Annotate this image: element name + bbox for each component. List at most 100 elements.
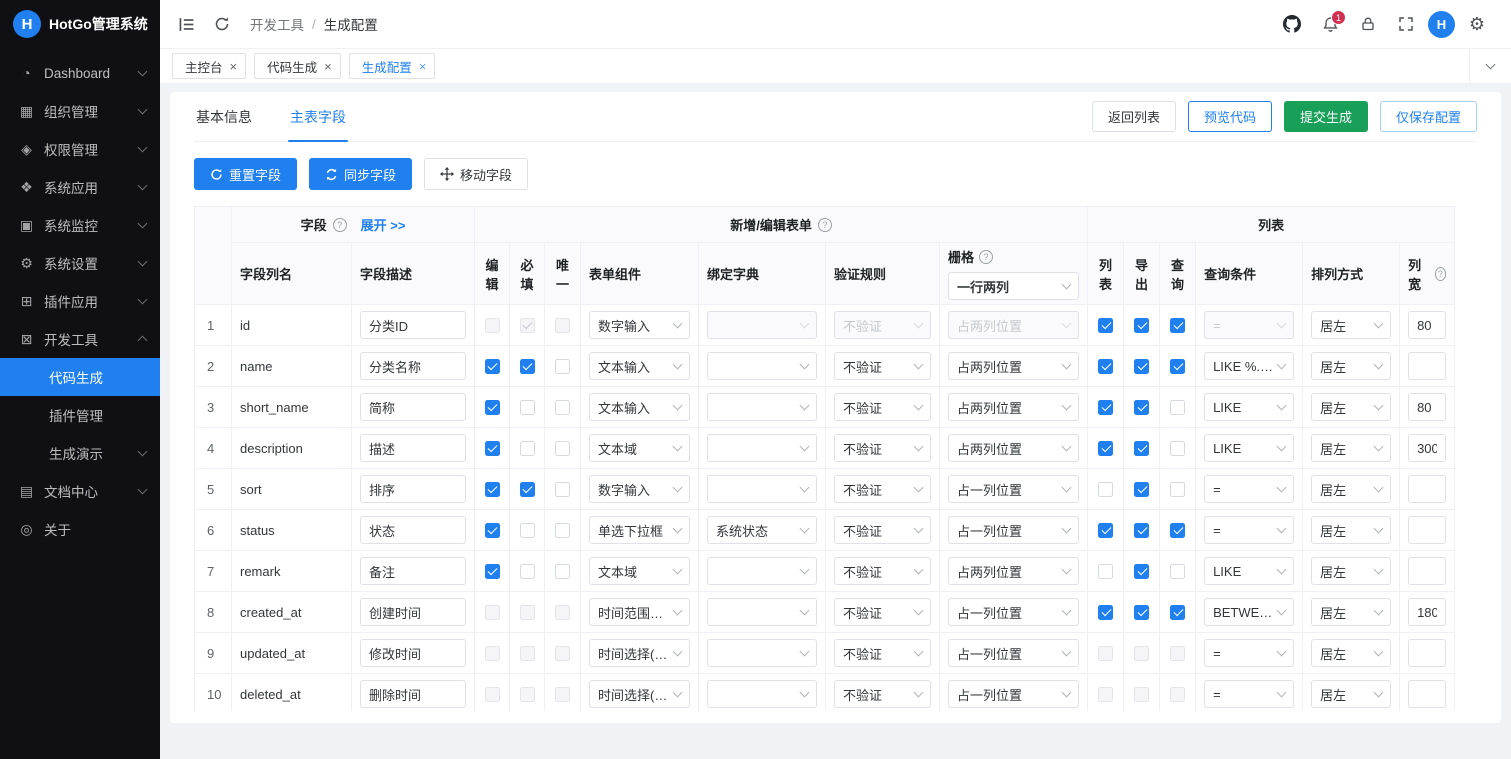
rule-select[interactable]: 不验证 — [834, 598, 931, 626]
dict-select[interactable]: 系统状态 — [707, 516, 817, 544]
col-width-input[interactable] — [1408, 639, 1447, 667]
field-desc-input[interactable] — [360, 352, 466, 380]
list-checkbox[interactable] — [1098, 523, 1114, 539]
query-checkbox[interactable] — [1170, 441, 1186, 457]
list-checkbox[interactable] — [1098, 359, 1114, 375]
card-tab[interactable]: 主表字段 — [288, 92, 348, 142]
export-checkbox[interactable] — [1134, 359, 1150, 375]
export-checkbox[interactable] — [1134, 318, 1150, 334]
lock-icon[interactable] — [1352, 8, 1384, 40]
component-select[interactable]: 文本输入 — [589, 393, 690, 421]
unique-checkbox[interactable] — [555, 523, 570, 539]
query-cond-select[interactable]: = — [1204, 516, 1295, 544]
grid-select[interactable]: 占一列位置 — [948, 516, 1080, 544]
field-desc-input[interactable] — [360, 680, 466, 708]
sidebar-item[interactable]: ◔ Dashboard — [0, 54, 160, 92]
sidebar-item[interactable]: ◈ 权限管理 — [0, 130, 160, 168]
component-select[interactable]: 文本输入 — [589, 352, 690, 380]
sidebar-item[interactable]: ⊠ 开发工具 — [0, 320, 160, 358]
sidebar-subitem[interactable]: 生成演示 — [0, 434, 160, 472]
grid-select[interactable]: 占两列位置 — [948, 352, 1080, 380]
unique-checkbox[interactable] — [555, 564, 570, 580]
query-checkbox[interactable] — [1170, 318, 1186, 334]
query-cond-select[interactable]: = — [1204, 680, 1295, 708]
grid-select[interactable]: 占一列位置 — [948, 680, 1080, 708]
return-list-button[interactable]: 返回列表 — [1091, 101, 1176, 132]
align-select[interactable]: 居左 — [1311, 680, 1392, 708]
component-select[interactable]: 数字输入 — [589, 475, 690, 503]
query-checkbox[interactable] — [1170, 605, 1186, 621]
required-checkbox[interactable] — [519, 359, 535, 375]
query-cond-select[interactable]: = — [1204, 475, 1295, 503]
field-desc-input[interactable] — [360, 639, 466, 667]
card-tab[interactable]: 基本信息 — [194, 92, 254, 141]
col-width-input[interactable] — [1408, 393, 1447, 421]
move-fields-button[interactable]: 移动字段 — [424, 158, 529, 190]
query-checkbox[interactable] — [1170, 359, 1186, 375]
sync-fields-button[interactable]: 同步字段 — [309, 158, 413, 190]
col-width-input[interactable] — [1408, 598, 1447, 626]
field-desc-input[interactable] — [360, 598, 466, 626]
query-checkbox[interactable] — [1170, 482, 1186, 498]
tab-options-button[interactable] — [1469, 49, 1511, 83]
sidebar-item[interactable]: ▦ 组织管理 — [0, 92, 160, 130]
rule-select[interactable]: 不验证 — [834, 352, 931, 380]
col-width-input[interactable] — [1408, 475, 1447, 503]
query-cond-select[interactable]: BETWEEN — [1204, 598, 1295, 626]
dict-select[interactable] — [707, 475, 817, 503]
list-checkbox[interactable] — [1098, 482, 1114, 498]
grid-select[interactable]: 占一列位置 — [948, 475, 1080, 503]
required-checkbox[interactable] — [519, 482, 535, 498]
submit-generate-button[interactable]: 提交生成 — [1283, 101, 1368, 132]
preview-code-button[interactable]: 预览代码 — [1187, 101, 1272, 132]
unique-checkbox[interactable] — [555, 359, 570, 375]
component-select[interactable]: 数字输入 — [589, 311, 690, 339]
component-select[interactable]: 时间选择(Y-... — [589, 680, 690, 708]
sidebar-item[interactable]: ▣ 系统监控 — [0, 206, 160, 244]
export-checkbox[interactable] — [1134, 523, 1150, 539]
query-cond-select[interactable]: LIKE — [1204, 393, 1295, 421]
col-width-input[interactable] — [1408, 434, 1447, 462]
unique-checkbox[interactable] — [555, 400, 570, 416]
rule-select[interactable]: 不验证 — [834, 475, 931, 503]
edit-checkbox[interactable] — [484, 482, 500, 498]
unique-checkbox[interactable] — [555, 482, 570, 498]
sidebar-item[interactable]: ⚙ 系统设置 — [0, 244, 160, 282]
list-checkbox[interactable] — [1098, 400, 1114, 416]
dict-select[interactable] — [707, 639, 817, 667]
edit-checkbox[interactable] — [484, 523, 500, 539]
align-select[interactable]: 居左 — [1311, 516, 1392, 544]
export-checkbox[interactable] — [1134, 605, 1150, 621]
dict-select[interactable] — [707, 557, 817, 585]
grid-select[interactable]: 占两列位置 — [948, 557, 1080, 585]
edit-checkbox[interactable] — [484, 441, 500, 457]
rule-select[interactable]: 不验证 — [834, 393, 931, 421]
grid-select[interactable]: 占一列位置 — [948, 639, 1080, 667]
settings-gear-icon[interactable]: ⚙ — [1461, 8, 1493, 40]
field-desc-input[interactable] — [360, 434, 466, 462]
edit-checkbox[interactable] — [484, 359, 500, 375]
query-cond-select[interactable]: LIKE — [1204, 557, 1295, 585]
grid-layout-select[interactable]: 一行两列 — [948, 272, 1080, 300]
export-checkbox[interactable] — [1134, 441, 1150, 457]
list-checkbox[interactable] — [1098, 318, 1114, 334]
dict-select[interactable] — [707, 352, 817, 380]
dict-select[interactable] — [707, 393, 817, 421]
query-checkbox[interactable] — [1170, 564, 1186, 580]
info-icon[interactable] — [332, 217, 347, 232]
list-checkbox[interactable] — [1098, 441, 1114, 457]
align-select[interactable]: 居左 — [1311, 434, 1392, 462]
rule-select[interactable]: 不验证 — [834, 680, 931, 708]
list-checkbox[interactable] — [1098, 605, 1114, 621]
align-select[interactable]: 居左 — [1311, 557, 1392, 585]
sidebar-subitem[interactable]: 代码生成 — [0, 358, 160, 396]
edit-checkbox[interactable] — [484, 400, 500, 416]
grid-select[interactable]: 占一列位置 — [948, 598, 1080, 626]
edit-checkbox[interactable] — [484, 564, 500, 580]
expand-link[interactable]: 展开 >> — [361, 215, 406, 234]
export-checkbox[interactable] — [1134, 400, 1150, 416]
component-select[interactable]: 文本域 — [589, 557, 690, 585]
query-cond-select[interactable]: LIKE %...% — [1204, 352, 1295, 380]
dict-select[interactable] — [707, 434, 817, 462]
export-checkbox[interactable] — [1134, 482, 1150, 498]
